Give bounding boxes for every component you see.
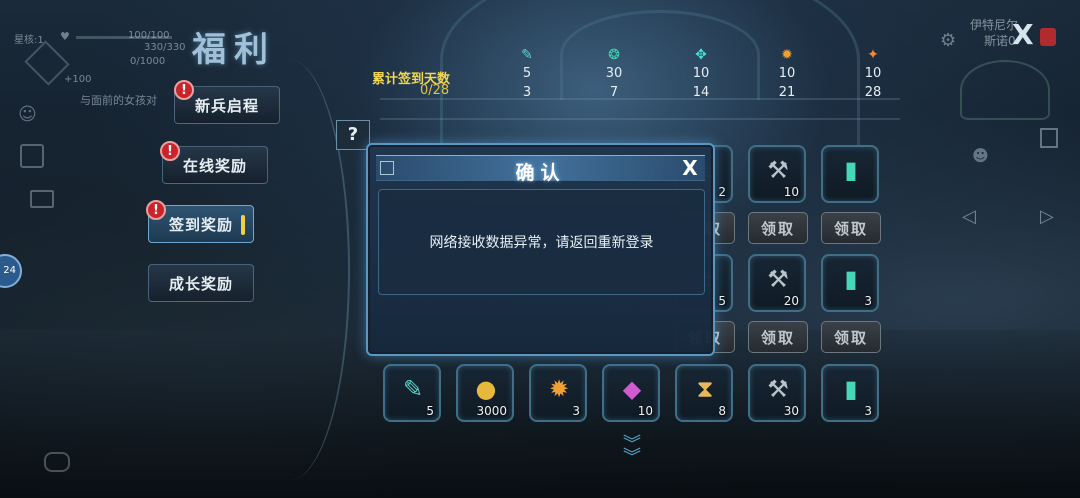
bonus-value: +100 [64,74,92,85]
milestone-day: 28 [864,85,882,100]
reward-count: 10 [637,404,653,418]
exp-value: 0/1000 [130,56,166,67]
dialog-close-button[interactable]: X [679,156,701,180]
hammer-icon: ⚒ [767,375,789,403]
explosion-icon: ✹ [781,47,793,63]
syringe-icon: ✎ [521,47,533,63]
dialog-body: 网络接收数据异常，请返回重新登录 [378,189,705,295]
hammer-icon: ⚒ [767,265,789,293]
card-icon: ▮ [844,156,858,184]
coins-icon: ● [475,375,497,403]
milestone-count: 10 [864,66,882,81]
reward-item[interactable]: ◆ 10 [602,364,660,422]
close-button[interactable]: X [1012,18,1034,51]
claim-button[interactable]: 领取 [821,321,881,353]
milestone-count: 10 [778,66,796,81]
claim-button[interactable]: 领取 [748,321,808,353]
menu-divider [230,60,350,480]
milestone-day-7[interactable]: ❂ 30 7 [584,46,644,100]
friends-icon[interactable]: ☺ [18,104,37,125]
milestone-count: 30 [605,66,623,81]
emoji-icon[interactable]: ☻ [972,146,989,165]
reward-count: 20 [783,294,799,308]
target-icon: ✥ [695,47,707,63]
milestone-day: 3 [522,85,532,100]
notification-badge-icon [1040,28,1056,46]
claim-button[interactable]: 领取 [748,212,808,244]
reward-count: 8 [718,404,726,418]
quest-text[interactable]: 与面前的女孩对 [80,92,157,108]
help-button[interactable]: ? [336,120,370,150]
hp-value: 100/100 [128,30,170,41]
explosion-icon: ✹ [548,375,570,403]
reward-count: 10 [783,185,799,199]
alert-icon: ! [160,141,180,161]
menu-item-label: 签到奖励 [168,215,233,234]
left-arrow-icon[interactable]: ◁ [962,206,976,227]
alert-icon: ! [146,200,166,220]
hammer-icon: ⚒ [767,156,789,184]
crystal-icon: ◆ [622,375,642,403]
dialog-title: 确认 [515,162,566,184]
folder-icon[interactable] [30,190,54,208]
heart-icon: ♥ [60,30,70,43]
reward-item[interactable]: ⚒ 20 [748,254,806,312]
milestone-day: 21 [778,85,796,100]
milestone-day: 14 [692,85,710,100]
card-icon: ▮ [844,265,858,293]
reward-count: 3 [572,404,580,418]
background-rail [380,118,900,120]
candy-icon: ❂ [608,47,620,63]
reward-item[interactable]: ⧗ 8 [675,364,733,422]
user-name: 伊特尼尔 [970,18,1019,32]
dialog-header: 确认 X [376,155,705,184]
user-sub: 斯诺0 [984,34,1016,48]
reward-count: 5 [426,404,434,418]
gear-icon[interactable]: ⚙ [940,30,956,51]
double-chevron-down-icon[interactable]: ︾ ︾ [614,436,650,468]
reward-item[interactable]: ● 3000 [456,364,514,422]
reward-count: 3 [864,404,872,418]
hourglass-card-icon: ⧗ [696,375,714,403]
list-icon[interactable] [1040,128,1058,148]
reward-count: 2 [718,185,726,199]
reward-count: 3000 [476,404,507,418]
milestone-count: 5 [522,66,532,81]
reward-item[interactable]: ✹ 3 [529,364,587,422]
emblem-icon [24,40,70,86]
reward-item[interactable]: ✎ 5 [383,364,441,422]
side-badge[interactable]: 24 [0,254,22,288]
reward-count: 3 [864,294,872,308]
reward-item[interactable]: ⚒ 10 [748,145,806,203]
dialog-message: 网络接收数据异常，请返回重新登录 [429,235,654,251]
wrench-icon: ✦ [867,47,879,63]
clipboard-icon[interactable] [20,144,44,168]
reward-item[interactable]: ▮ 3 [821,364,879,422]
milestone-day-21[interactable]: ✹ 10 21 [757,46,817,100]
signin-progress: 0/28 [420,83,450,98]
chat-icon[interactable] [44,452,70,472]
reward-item[interactable]: ▮ 3 [821,254,879,312]
reward-item[interactable]: ▮ [821,145,879,203]
reward-count: 5 [718,294,726,308]
syringe-icon: ✎ [402,375,424,403]
milestone-day-28[interactable]: ✦ 10 28 [843,46,903,100]
claim-button[interactable]: 领取 [821,212,881,244]
card-icon: ▮ [844,375,858,403]
milestone-day: 7 [609,85,619,100]
alert-icon: ! [174,80,194,100]
milestone-count: 10 [692,66,710,81]
player-level: 星核:1 [14,35,44,46]
energy-value: 330/330 [144,42,186,53]
minimap-icon[interactable] [960,60,1050,120]
reward-count: 30 [783,404,799,418]
menu-item-label: 成长奖励 [168,274,233,293]
milestone-day-14[interactable]: ✥ 10 14 [671,46,731,100]
reward-item[interactable]: ⚒ 30 [748,364,806,422]
right-arrow-icon[interactable]: ▷ [1040,206,1054,227]
milestone-day-3[interactable]: ✎ 5 3 [497,46,557,100]
confirm-dialog: 确认 X 网络接收数据异常，请返回重新登录 [366,143,715,356]
